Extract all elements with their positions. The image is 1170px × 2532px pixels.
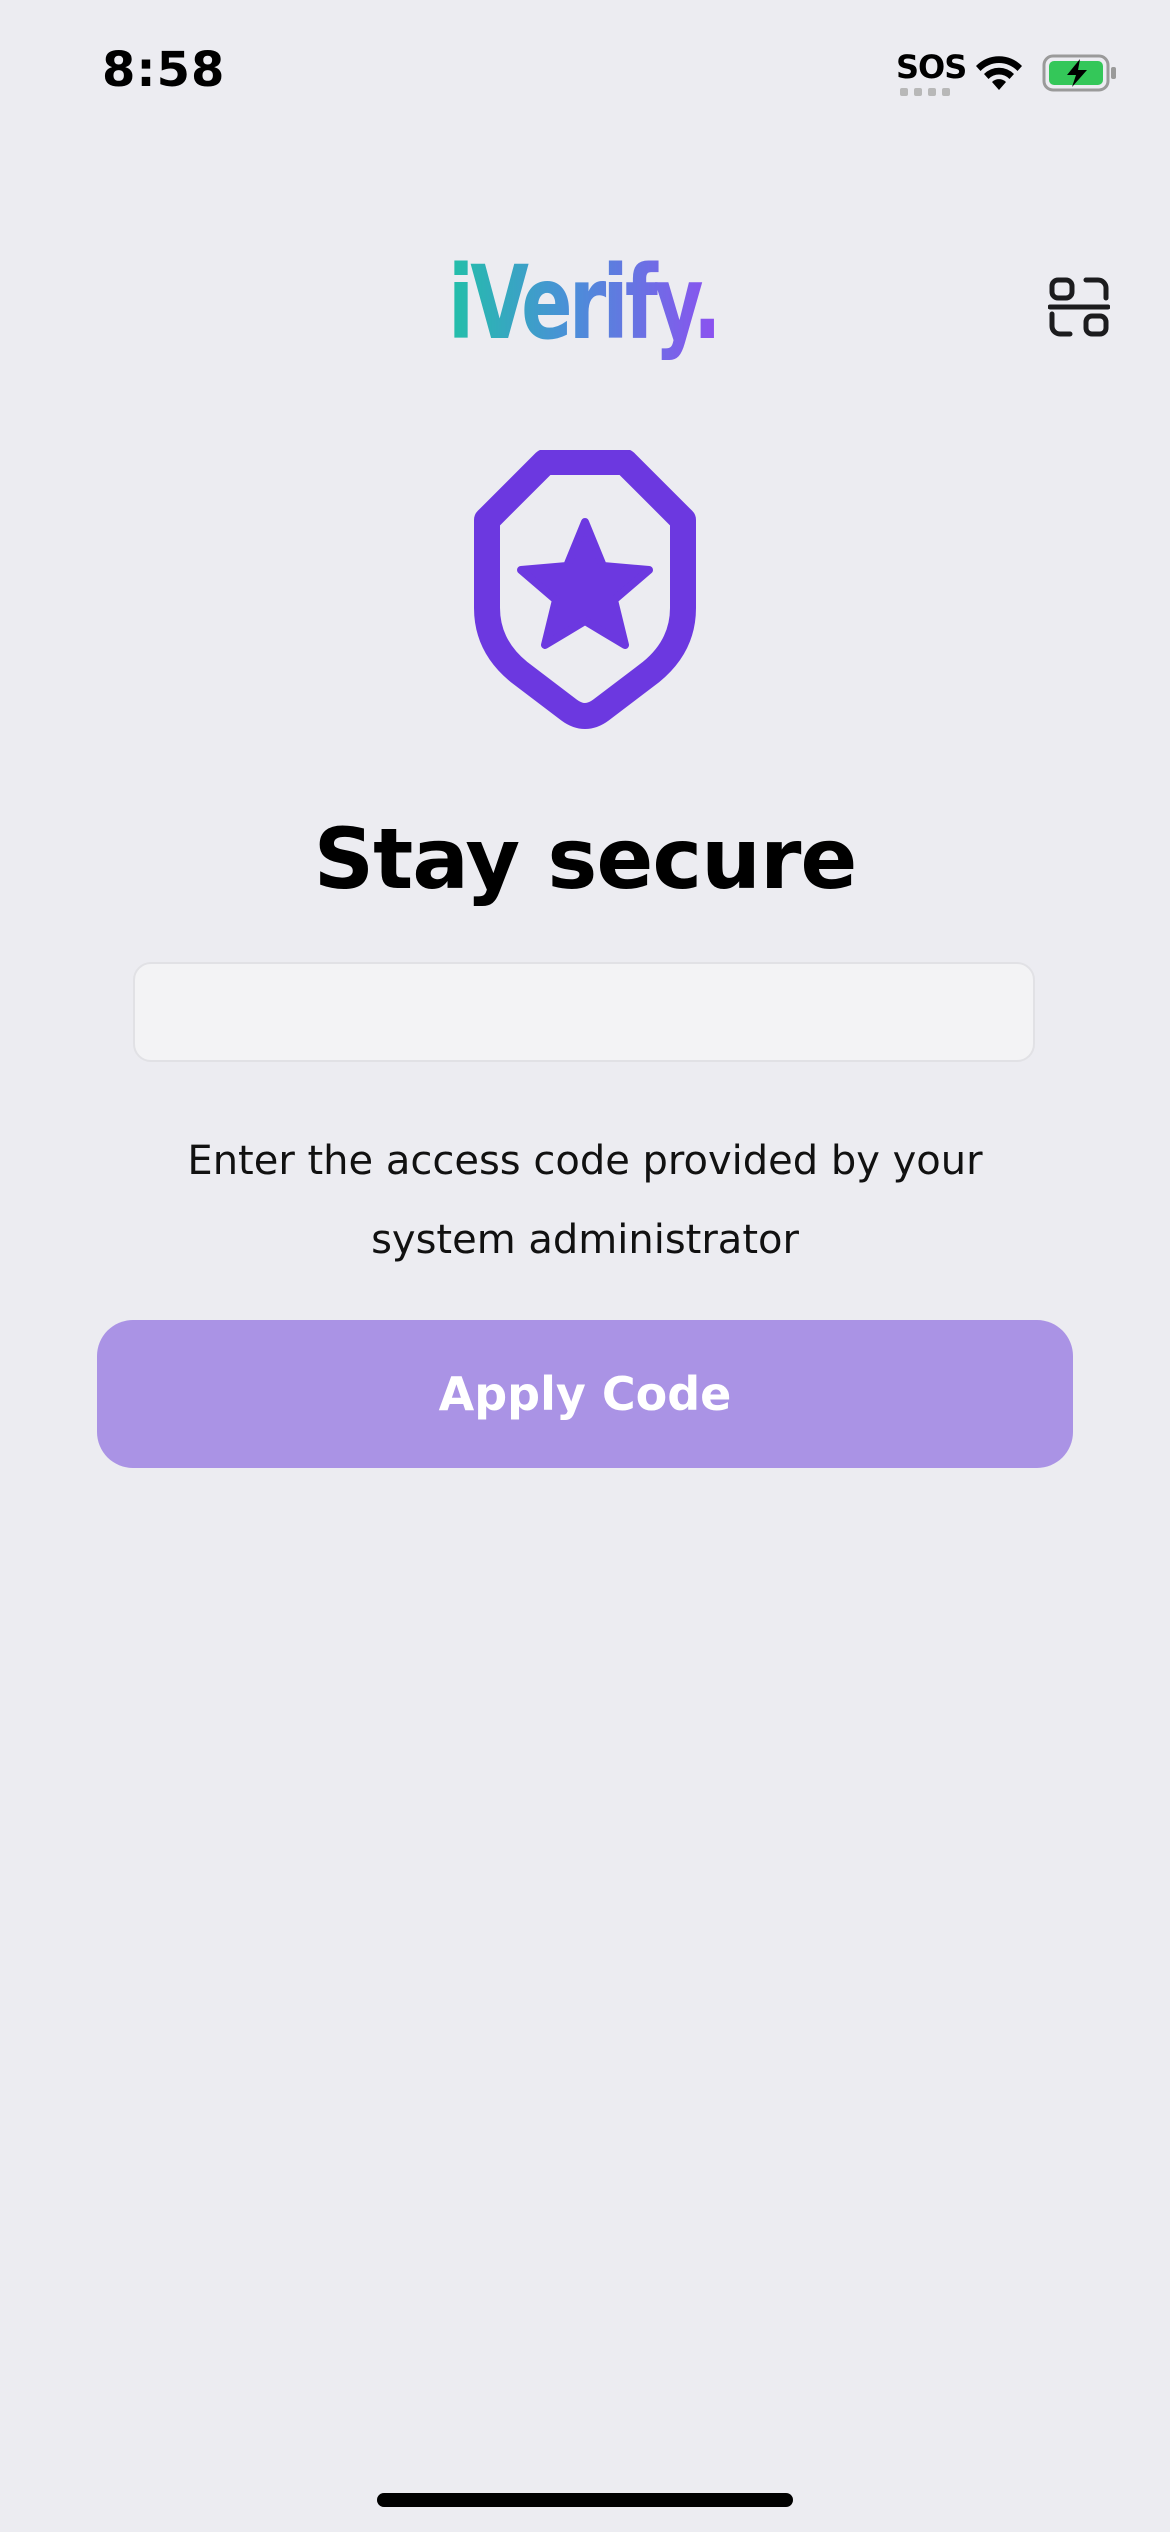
- status-bar: 8:58 SOS: [0, 0, 1170, 140]
- shield-star-icon: [474, 450, 696, 729]
- cellular-sos-icon: SOS: [896, 48, 967, 98]
- status-icons: SOS: [896, 48, 1118, 98]
- home-indicator[interactable]: [377, 2493, 793, 2507]
- qr-scan-icon[interactable]: [1048, 276, 1110, 338]
- page-title: Stay secure: [313, 810, 858, 908]
- apply-code-button[interactable]: Apply Code: [97, 1320, 1073, 1468]
- wifi-icon: [976, 56, 1022, 90]
- access-code-hint: Enter the access code provided by your s…: [187, 1138, 983, 1263]
- battery-charging-icon: [1042, 54, 1116, 92]
- iverify-logo: iVerify.: [448, 244, 722, 363]
- access-code-input[interactable]: [133, 962, 1035, 1062]
- logo-text: iVerify.: [448, 244, 718, 363]
- status-time: 8:58: [102, 42, 226, 98]
- sos-label: SOS: [896, 48, 967, 86]
